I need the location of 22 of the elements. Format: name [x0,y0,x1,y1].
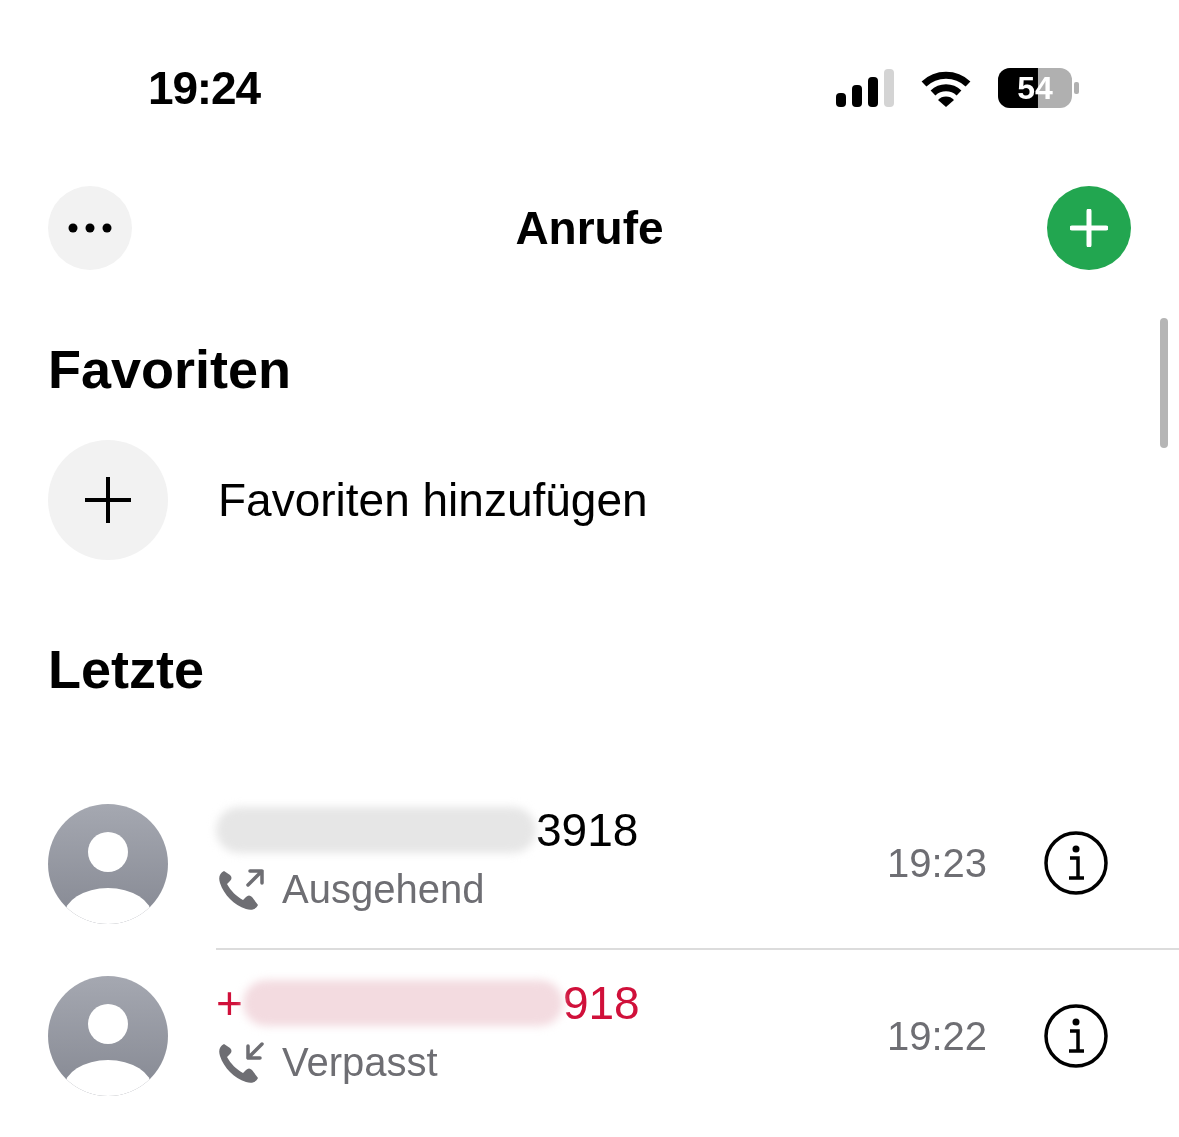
add-favorites-item[interactable]: Favoriten hinzufügen [48,440,1131,560]
section-heading: Letzte [48,639,204,699]
call-time: 19:23 [886,840,987,887]
call-time: 19:22 [886,1013,987,1060]
page-title: Anrufe [515,200,664,256]
info-icon[interactable] [1043,830,1109,896]
avatar-icon [48,976,168,1096]
info-icon[interactable] [1043,1003,1109,1069]
phone-number: + [216,980,243,1026]
signal-icon [836,69,894,107]
more-icon [68,223,112,233]
clock-time: 19:24 [148,60,260,116]
call-type: Verpasst [282,1039,438,1086]
phone-number: 3918 [536,807,639,853]
wifi-icon [920,69,972,107]
phone-number: 918 [562,980,640,1026]
section-heading: Favoriten [48,339,292,399]
call-type: Ausgehend [282,866,485,913]
avatar-icon [48,804,168,924]
outgoing-call-icon [216,867,264,911]
missed-call-icon [216,1040,264,1084]
plus-icon [1070,209,1108,247]
